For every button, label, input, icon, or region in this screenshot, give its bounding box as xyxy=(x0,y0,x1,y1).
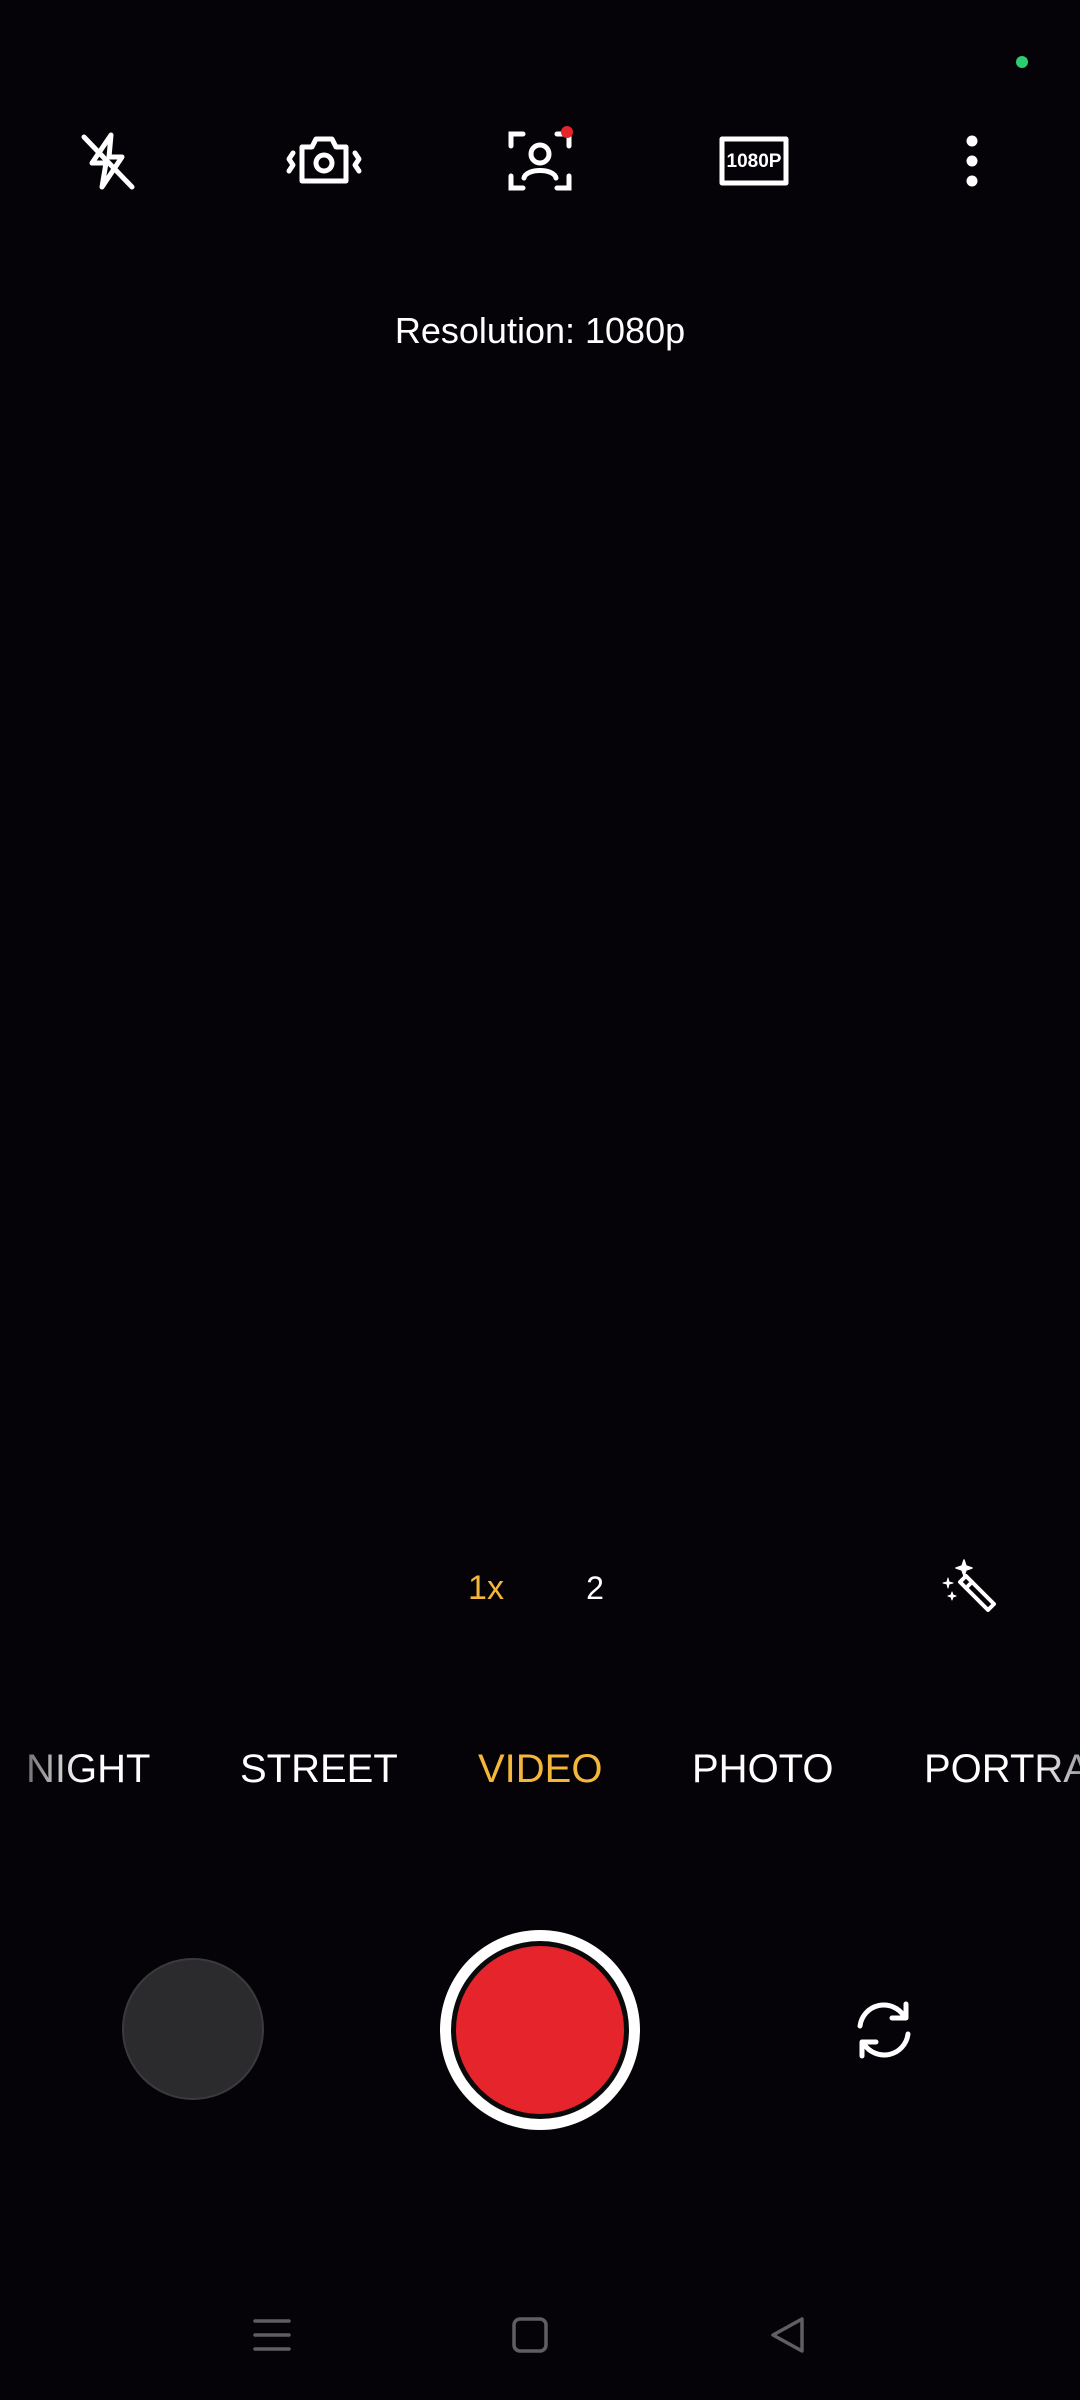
mode-portrait[interactable]: PORTRAIT xyxy=(924,1738,1080,1800)
mode-photo[interactable]: PHOTO xyxy=(692,1738,834,1800)
resolution-hint: Resolution: 1080p xyxy=(394,310,686,351)
zoom-1x-button[interactable]: 1x xyxy=(446,1558,526,1618)
privacy-indicator-dot xyxy=(1016,56,1028,68)
switch-camera-button[interactable] xyxy=(836,1990,932,2070)
notification-dot xyxy=(561,126,573,138)
face-detect-icon xyxy=(508,126,573,191)
flash-off-button[interactable] xyxy=(62,115,154,207)
face-detect-button[interactable] xyxy=(494,115,586,207)
zoom-2x-button[interactable]: 2 xyxy=(555,1558,635,1618)
gallery-thumbnail[interactable] xyxy=(122,1958,264,2100)
mode-night[interactable]: NIGHT xyxy=(26,1738,150,1800)
system-navigation-bar xyxy=(0,2290,1080,2380)
recent-apps-icon xyxy=(253,2319,291,2351)
stabilization-button[interactable] xyxy=(278,115,370,207)
more-options-button[interactable] xyxy=(926,115,1018,207)
stabilization-icon xyxy=(286,136,362,184)
switch-camera-icon xyxy=(857,2001,911,2059)
home-button[interactable] xyxy=(485,2290,575,2380)
recent-apps-button[interactable] xyxy=(227,2290,317,2380)
camera-top-bar: 1080P xyxy=(0,115,1080,207)
resolution-1080p-icon: 1080P xyxy=(719,136,789,186)
mode-video[interactable]: VIDEO xyxy=(478,1738,602,1800)
home-icon xyxy=(512,2317,548,2353)
filters-button[interactable] xyxy=(928,1548,1008,1628)
back-icon xyxy=(771,2317,804,2353)
record-button[interactable] xyxy=(440,1930,640,2130)
flash-off-icon xyxy=(81,132,135,190)
magic-wand-icon xyxy=(942,1559,996,1612)
resolution-button[interactable]: 1080P xyxy=(708,115,800,207)
back-button[interactable] xyxy=(743,2290,833,2380)
camera-mode-selector: NIGHT STREET VIDEO PHOTO PORTRAIT xyxy=(0,1738,1080,1800)
resolution-badge-text: 1080P xyxy=(727,151,782,172)
mode-street[interactable]: STREET xyxy=(240,1738,398,1800)
more-options-icon xyxy=(966,135,978,187)
record-button-inner xyxy=(456,1946,624,2114)
